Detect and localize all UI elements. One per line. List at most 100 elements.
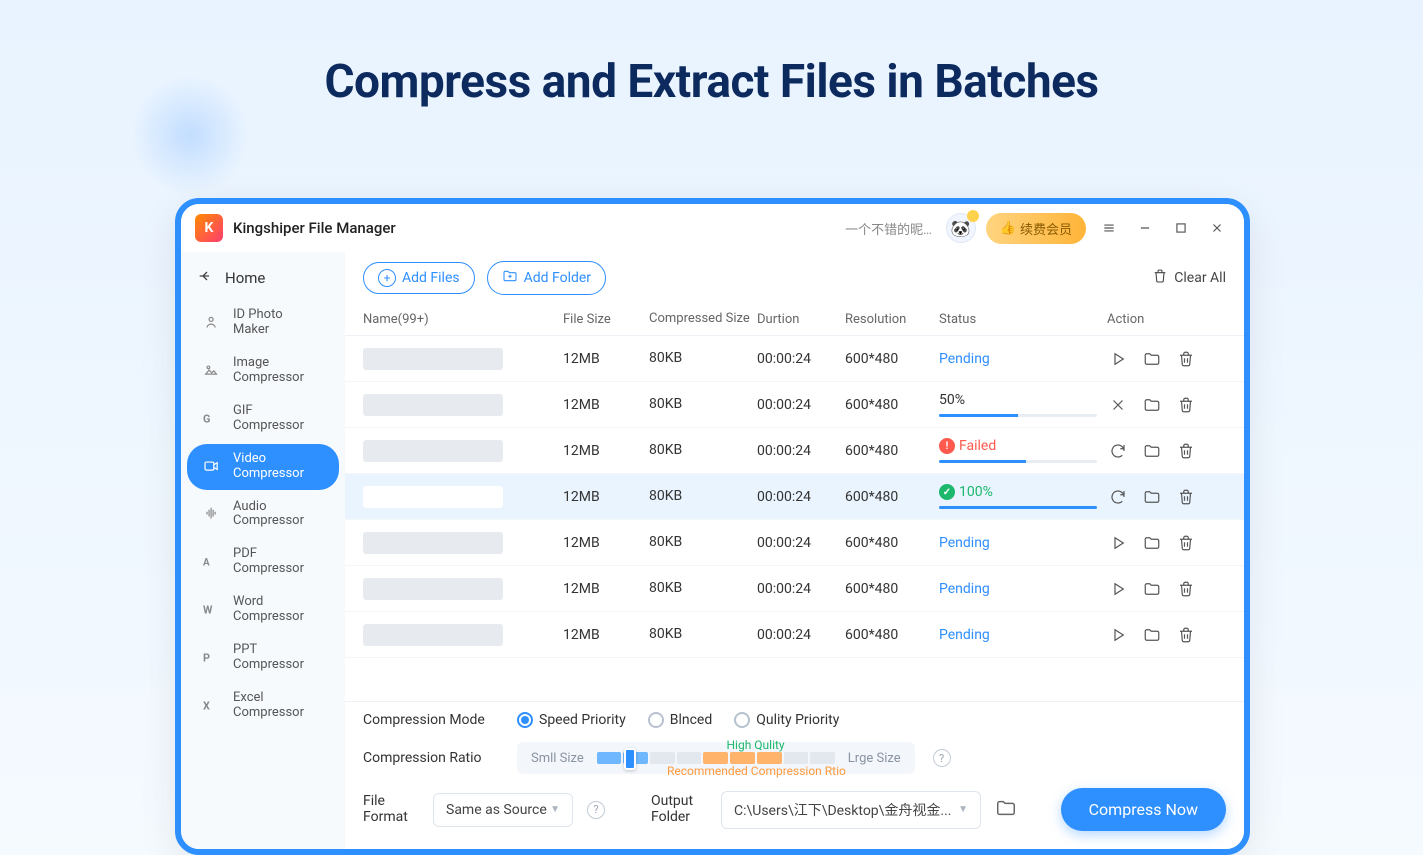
folder-button[interactable] — [1141, 486, 1163, 508]
back-arrow-icon — [197, 268, 213, 288]
table-body: 12MB80KB00:00:24600*480Pending12MB80KB00… — [345, 336, 1244, 701]
play-button[interactable] — [1107, 532, 1129, 554]
play-button[interactable] — [1107, 578, 1129, 600]
folder-button[interactable] — [1141, 532, 1163, 554]
sidebar: Home ID PhotoMakerImageCompressorGGIFCom… — [181, 252, 345, 849]
file-size: 12MB — [563, 443, 649, 459]
titlebar: K Kingshiper File Manager 一个不错的昵… 👍 续费会员 — [181, 204, 1244, 252]
filename-placeholder — [363, 624, 503, 646]
table-row[interactable]: 12MB80KB00:00:24600*48050% — [345, 382, 1244, 428]
sidebar-item-ppt[interactable]: PPPTCompressor — [187, 635, 339, 681]
add-files-button[interactable]: + Add Files — [363, 262, 475, 294]
trash-button[interactable] — [1175, 348, 1197, 370]
play-button[interactable] — [1107, 348, 1129, 370]
add-folder-label: Add Folder — [524, 270, 591, 286]
trash-button[interactable] — [1175, 578, 1197, 600]
table-row[interactable]: 12MB80KB00:00:24600*480✓100% — [345, 474, 1244, 520]
table-row[interactable]: 12MB80KB00:00:24600*480Pending — [345, 336, 1244, 382]
svg-text:X: X — [203, 700, 210, 713]
output-folder-select[interactable]: C:\Users\江下\Desktop\金舟视金... ▼ — [721, 791, 981, 829]
trash-button[interactable] — [1175, 394, 1197, 416]
radio-label: Qulity Priority — [756, 712, 839, 728]
maximize-icon[interactable] — [1168, 215, 1194, 241]
ppt-icon: P — [201, 647, 223, 669]
col-name[interactable]: Name(99+) — [363, 312, 563, 327]
duration: 00:00:24 — [757, 351, 845, 367]
help-icon[interactable]: ? — [587, 801, 605, 819]
sidebar-item-label: PPT — [233, 643, 304, 658]
compressed-size: 80KB — [649, 535, 757, 550]
mode-radio-speed-priority[interactable]: Speed Priority — [517, 712, 626, 728]
compress-now-button[interactable]: Compress Now — [1061, 788, 1226, 831]
trash-button[interactable] — [1175, 624, 1197, 646]
resolution: 600*480 — [845, 489, 939, 505]
renew-membership-button[interactable]: 👍 续费会员 — [986, 213, 1086, 244]
file-size: 12MB — [563, 351, 649, 367]
mode-radio-qulity-priority[interactable]: Qulity Priority — [734, 712, 839, 728]
sidebar-item-word[interactable]: WWordCompressor — [187, 587, 339, 633]
table-row[interactable]: 12MB80KB00:00:24600*480Pending — [345, 566, 1244, 612]
folder-button[interactable] — [1141, 394, 1163, 416]
status-pending: Pending — [939, 351, 990, 367]
status-pending: Pending — [939, 581, 990, 597]
thumbs-up-icon: 👍 — [1000, 221, 1016, 236]
folder-button[interactable] — [1141, 348, 1163, 370]
compressed-size: 80KB — [649, 489, 757, 504]
sidebar-item-label: Compressor — [233, 419, 304, 434]
table-row[interactable]: 12MB80KB00:00:24600*480Pending — [345, 612, 1244, 658]
file-format-value: Same as Source — [446, 802, 547, 818]
file-format-select[interactable]: Same as Source ▼ — [433, 793, 573, 827]
clear-all-button[interactable]: Clear All — [1152, 268, 1226, 288]
trash-button[interactable] — [1175, 486, 1197, 508]
sidebar-item-pdf[interactable]: APDFCompressor — [187, 539, 339, 585]
duration: 00:00:24 — [757, 443, 845, 459]
compressed-size: 80KB — [649, 581, 757, 596]
sidebar-item-gif[interactable]: GGIFCompressor — [187, 396, 339, 442]
play-button[interactable] — [1107, 624, 1129, 646]
sidebar-item-label: ID Photo — [233, 308, 283, 323]
open-output-folder-button[interactable] — [995, 797, 1017, 823]
compression-mode-label: Compression Mode — [363, 712, 499, 728]
add-folder-button[interactable]: Add Folder — [487, 261, 606, 295]
output-path-value: C:\Users\江下\Desktop\金舟视金... — [734, 800, 958, 820]
sidebar-home[interactable]: Home — [181, 258, 345, 298]
mode-radio-blnced[interactable]: Blnced — [648, 712, 713, 728]
retry-button[interactable] — [1107, 486, 1129, 508]
aud-icon — [201, 503, 223, 525]
table-row[interactable]: 12MB80KB00:00:24600*480Pending — [345, 520, 1244, 566]
pdf-icon: A — [201, 551, 223, 573]
sidebar-item-label: Compressor — [233, 467, 304, 482]
hamburger-menu-icon[interactable] — [1096, 215, 1122, 241]
duration: 00:00:24 — [757, 627, 845, 643]
close-icon[interactable] — [1204, 215, 1230, 241]
file-size: 12MB — [563, 627, 649, 643]
minimize-icon[interactable] — [1132, 215, 1158, 241]
sidebar-item-image[interactable]: ImageCompressor — [187, 348, 339, 394]
sidebar-item-label: PDF — [233, 547, 304, 562]
duration: 00:00:24 — [757, 489, 845, 505]
svg-text:A: A — [203, 558, 210, 569]
user-nickname: 一个不错的昵… — [845, 219, 932, 238]
sidebar-item-video[interactable]: VideoCompressor — [187, 444, 339, 490]
folder-button[interactable] — [1141, 578, 1163, 600]
sidebar-item-excel[interactable]: XExcelCompressor — [187, 683, 339, 729]
cancel-button[interactable] — [1107, 394, 1129, 416]
table-row[interactable]: 12MB80KB00:00:24600*480!Failed — [345, 428, 1244, 474]
folder-button[interactable] — [1141, 624, 1163, 646]
help-icon[interactable]: ? — [933, 749, 951, 767]
filename-placeholder — [363, 532, 503, 554]
folder-button[interactable] — [1141, 440, 1163, 462]
retry-button[interactable] — [1107, 440, 1129, 462]
trash-icon — [1152, 268, 1168, 288]
resolution: 600*480 — [845, 351, 939, 367]
sidebar-item-id-photo[interactable]: ID PhotoMaker — [187, 300, 339, 346]
file-size: 12MB — [563, 535, 649, 551]
col-status: Status — [939, 312, 1107, 327]
trash-button[interactable] — [1175, 532, 1197, 554]
sidebar-item-label: Maker — [233, 323, 283, 338]
avatar[interactable] — [946, 213, 976, 243]
sidebar-item-audio[interactable]: AudioCompressor — [187, 492, 339, 538]
slider-thumb-icon[interactable] — [624, 748, 636, 770]
trash-button[interactable] — [1175, 440, 1197, 462]
status-pending: Pending — [939, 535, 990, 551]
